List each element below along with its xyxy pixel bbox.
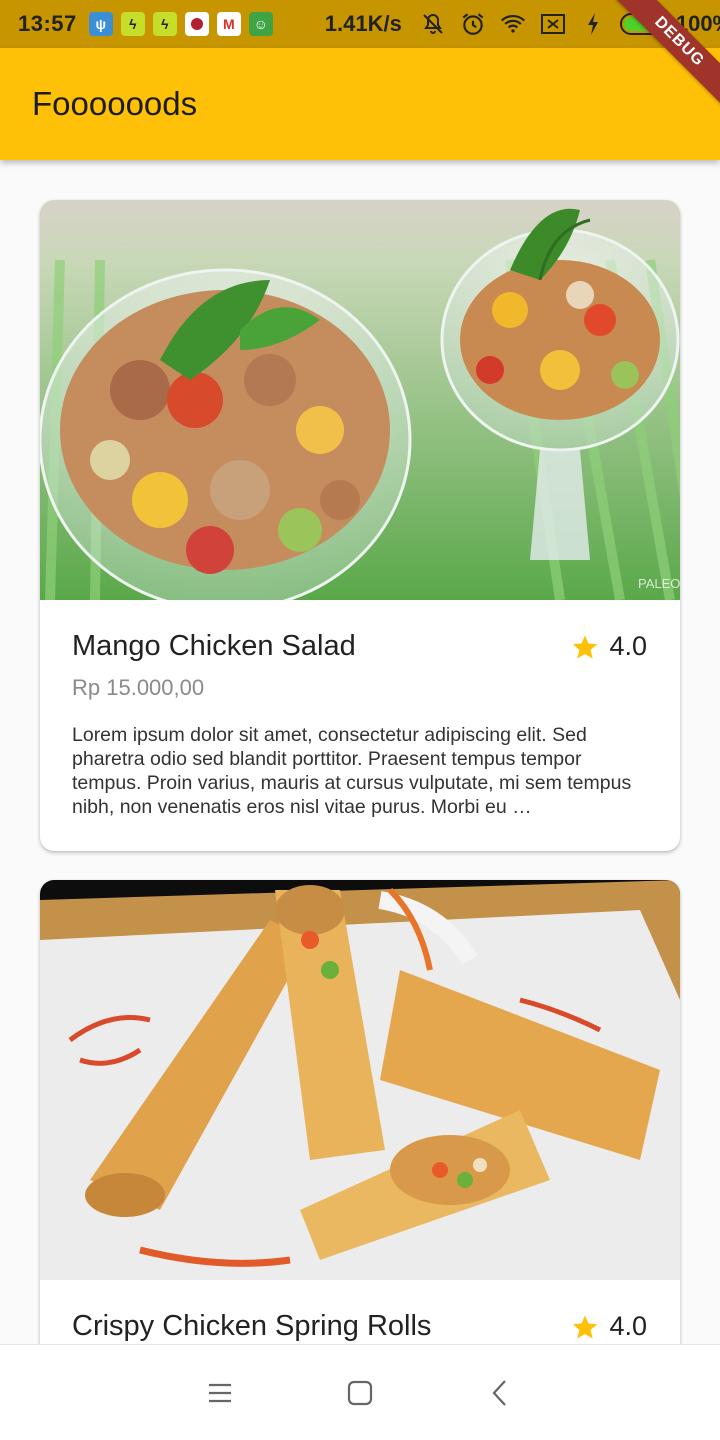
charge-icon: ϟ	[120, 12, 145, 36]
app-icon	[184, 12, 209, 36]
svg-text:PALEO: PALEO	[638, 576, 680, 591]
no-sim-icon	[540, 11, 566, 37]
charging-icon	[580, 11, 606, 37]
app-bar: Foooooods	[0, 48, 720, 160]
gmail-icon: M	[216, 12, 241, 36]
navigation-bar	[0, 1344, 720, 1440]
status-time: 13:57	[18, 11, 77, 36]
food-card[interactable]: Crispy Chicken Spring Rolls 4.0	[40, 880, 680, 1344]
frog-icon: ☺	[248, 12, 273, 36]
rating-value: 4.0	[609, 1311, 647, 1341]
notification-icons: ψ ϟ ϟ M ☺	[88, 12, 273, 36]
food-card[interactable]: PALEO Mango Chicken Salad 4.0 Rp 15.000,…	[40, 200, 680, 851]
wifi-icon	[500, 11, 526, 37]
charge-icon: ϟ	[152, 12, 177, 36]
mute-icon	[420, 11, 446, 37]
spring-rolls-photo	[40, 880, 680, 1280]
food-name: Mango Chicken Salad	[72, 630, 356, 662]
back-icon[interactable]	[480, 1373, 520, 1413]
food-price: Rp 15.000,00	[72, 675, 205, 700]
usb-icon: ψ	[88, 12, 113, 36]
home-icon[interactable]	[340, 1373, 380, 1413]
rating: 4.0	[571, 631, 647, 662]
food-name: Crispy Chicken Spring Rolls	[72, 1310, 432, 1342]
food-description: Lorem ipsum dolor sit amet, consectetur …	[72, 724, 632, 818]
status-bar: 13:57 ψ ϟ ϟ M ☺ 1.41K/s 100%	[0, 0, 720, 48]
network-speed: 1.41K/s	[324, 11, 402, 36]
page-title: Foooooods	[32, 85, 198, 122]
star-icon	[573, 1314, 598, 1339]
food-list[interactable]: PALEO Mango Chicken Salad 4.0 Rp 15.000,…	[0, 160, 720, 1344]
star-icon	[573, 634, 598, 659]
rating: 4.0	[571, 1311, 647, 1342]
alarm-icon	[460, 11, 486, 37]
mango-chicken-salad-photo: PALEO	[40, 200, 680, 600]
rating-value: 4.0	[609, 631, 647, 661]
menu-icon[interactable]	[200, 1373, 240, 1413]
